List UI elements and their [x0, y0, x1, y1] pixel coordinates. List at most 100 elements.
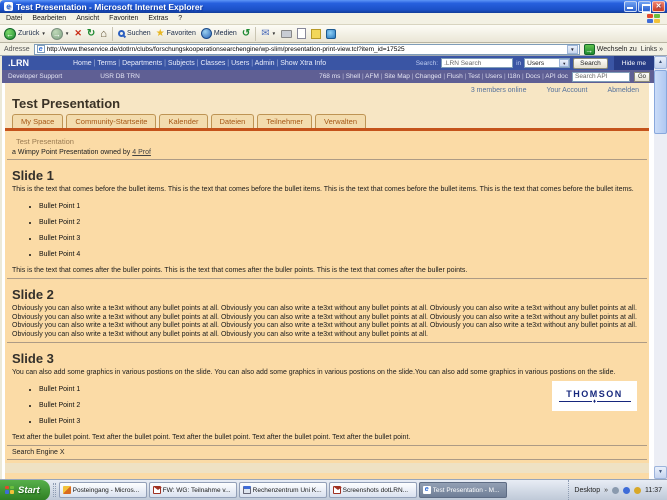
- search-button[interactable]: Suchen: [118, 30, 151, 37]
- your-account-link[interactable]: Your Account: [546, 87, 587, 94]
- nav-terms[interactable]: Terms: [97, 60, 122, 67]
- tab-verwalten[interactable]: Verwalten: [315, 114, 366, 128]
- scroll-down-icon[interactable]: ▼: [654, 466, 667, 479]
- mail-dropdown-icon[interactable]: ▼: [272, 31, 276, 36]
- minimize-button[interactable]: [624, 1, 637, 12]
- forward-button[interactable]: → ▼: [51, 28, 69, 40]
- nav-classes[interactable]: Classes: [200, 60, 231, 67]
- task-rechenzentrum[interactable]: Rechenzentrum Uni K...: [239, 482, 327, 498]
- developer-support-label[interactable]: Developer Support: [8, 73, 62, 80]
- task-posteingang[interactable]: Posteingang - Micros...: [59, 482, 147, 498]
- dev-users[interactable]: Users: [485, 73, 507, 80]
- tray-chevron-icon[interactable]: »: [604, 487, 608, 494]
- developer-links: 768 ms Shell AFM Site Map Changed Flush …: [319, 73, 568, 80]
- favorites-button[interactable]: ★ Favoriten: [156, 28, 196, 39]
- tab-kalender[interactable]: Kalender: [159, 114, 207, 128]
- refresh-button[interactable]: ↻: [87, 28, 95, 39]
- scroll-up-icon[interactable]: ▲: [654, 56, 667, 69]
- nav-home[interactable]: Home: [73, 60, 97, 67]
- media-label: Medien: [214, 30, 237, 37]
- nav-admin[interactable]: Admin: [255, 60, 281, 67]
- print-button[interactable]: [281, 30, 292, 38]
- bullet-item: Bullet Point 3: [39, 235, 649, 242]
- divider: [7, 459, 647, 460]
- go-button[interactable]: → Wechseln zu: [584, 44, 637, 55]
- dev-timing[interactable]: 768 ms: [319, 73, 346, 80]
- dev-api-doc[interactable]: API doc: [545, 73, 568, 80]
- back-dropdown-icon[interactable]: ▼: [41, 31, 45, 36]
- taskbar-clock: 11:37: [645, 487, 662, 494]
- dev-flush[interactable]: Flush: [447, 73, 468, 80]
- thomson-logo-rule: ♦: [559, 400, 631, 404]
- edit-button[interactable]: [297, 28, 306, 39]
- back-button[interactable]: ← Zurück ▼: [4, 28, 46, 40]
- menu-datei[interactable]: Datei: [6, 15, 22, 22]
- dev-i18n[interactable]: I18n: [507, 73, 525, 80]
- address-input[interactable]: [47, 46, 565, 53]
- media-button[interactable]: Medien: [201, 28, 237, 39]
- logout-link[interactable]: Abmelden: [607, 87, 639, 94]
- lrn-logo[interactable]: .LRN: [8, 58, 29, 68]
- nav-subjects[interactable]: Subjects: [168, 60, 201, 67]
- history-button[interactable]: ↺: [242, 28, 250, 39]
- desktop-toolbar-label[interactable]: Desktop: [574, 487, 600, 494]
- dev-afm[interactable]: AFM: [365, 73, 384, 80]
- links-toolbar[interactable]: Links »: [641, 46, 663, 53]
- links-label: Links: [641, 46, 657, 53]
- tab-dateien[interactable]: Dateien: [211, 114, 255, 128]
- menu-bearbeiten[interactable]: Bearbeiten: [32, 15, 66, 22]
- scrollbar-thumb[interactable]: [654, 70, 667, 134]
- maximize-button[interactable]: [638, 1, 651, 12]
- start-button[interactable]: Start: [0, 480, 50, 500]
- api-go-button[interactable]: Go: [634, 72, 650, 82]
- lrn-search-button[interactable]: Search: [573, 58, 608, 69]
- tray-icon[interactable]: [634, 487, 641, 494]
- menu-help[interactable]: ?: [178, 15, 182, 22]
- task-screenshots-dotlrn[interactable]: Screenshots dotLRN...: [329, 482, 417, 498]
- lrn-search-input[interactable]: [441, 58, 513, 68]
- dev-docs[interactable]: Docs: [525, 73, 545, 80]
- window-icon: [243, 486, 251, 494]
- task-label: Screenshots dotLRN...: [343, 487, 408, 494]
- mail-icon: ✉: [261, 28, 269, 39]
- owner-link[interactable]: 4 Prof: [132, 149, 151, 156]
- menu-favoriten[interactable]: Favoriten: [109, 15, 138, 22]
- nav-show-xtra-info[interactable]: Show Xtra Info: [280, 60, 326, 67]
- nav-departments[interactable]: Departments: [122, 60, 168, 67]
- stop-button[interactable]: ✕: [74, 28, 82, 39]
- browser-toolbar: ← Zurück ▼ → ▼ ✕ ↻ ⌂ Suchen ★ Favoriten …: [0, 25, 667, 43]
- home-button[interactable]: ⌂: [100, 28, 107, 40]
- nav-users[interactable]: Users: [231, 60, 255, 67]
- quick-launch-handle[interactable]: [53, 483, 56, 497]
- tray-icon[interactable]: [623, 487, 630, 494]
- discuss-button[interactable]: [311, 29, 321, 39]
- divider: [7, 278, 647, 279]
- mail-button[interactable]: ✉ ▼: [261, 28, 276, 39]
- slide-3-after-text: Text after the bullet point. Text after …: [12, 434, 641, 443]
- task-fw-wg-teilnahme[interactable]: FW: WG: Teilnahme v...: [149, 482, 237, 498]
- messenger-button[interactable]: [326, 29, 336, 39]
- hide-me-link[interactable]: Hide me: [614, 56, 654, 70]
- vertical-scrollbar[interactable]: ▲ ▼: [654, 56, 667, 479]
- print-icon: [281, 30, 292, 38]
- windows-logo-icon: [647, 14, 661, 24]
- tab-teilnehmer[interactable]: Teilnehmer: [257, 114, 312, 128]
- api-search-input[interactable]: [572, 72, 630, 82]
- dev-changed[interactable]: Changed: [415, 73, 447, 80]
- tray-icon[interactable]: [612, 487, 619, 494]
- dev-test[interactable]: Test: [468, 73, 485, 80]
- mail-message-icon: [153, 486, 161, 494]
- tab-my-space[interactable]: My Space: [12, 114, 63, 128]
- menu-ansicht[interactable]: Ansicht: [76, 15, 99, 22]
- forward-dropdown-icon[interactable]: ▼: [65, 31, 69, 36]
- close-button[interactable]: ✕: [652, 1, 665, 12]
- tab-community-startseite[interactable]: Community-Startseite: [66, 114, 156, 128]
- menu-extras[interactable]: Extras: [148, 15, 168, 22]
- divider: [7, 159, 647, 160]
- dev-shell[interactable]: Shell: [346, 73, 365, 80]
- search-scope-select[interactable]: Users ▼: [524, 58, 570, 68]
- dev-site-map[interactable]: Site Map: [384, 73, 415, 80]
- task-test-presentation[interactable]: e Test Presentation - M...: [419, 482, 507, 498]
- address-dropdown-icon[interactable]: ▼: [567, 45, 578, 54]
- community-tabs: My Space Community-Startseite Kalender D…: [12, 114, 649, 128]
